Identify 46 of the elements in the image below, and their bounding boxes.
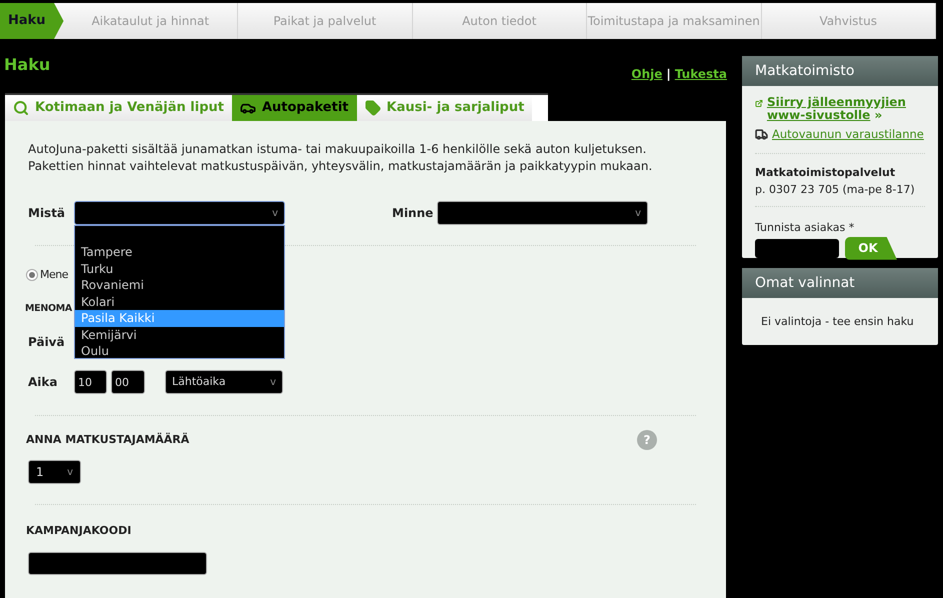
step-item: Auton tiedot (412, 3, 588, 39)
section-title: ANNA MATKUSTAJAMÄÄRÄ (26, 432, 190, 448)
help-link[interactable]: Ohje (631, 65, 662, 83)
service-phone: p. 0307 23 705 (ma-pe 8-17) (755, 182, 916, 198)
wagon-status-link[interactable]: Autovaunun varaustilanne (772, 126, 924, 144)
external-link-icon (755, 97, 763, 110)
to-label: Minne (392, 205, 434, 222)
page-heading: Haku (4, 54, 50, 76)
section-title: KAMPANJAKOODI (26, 523, 132, 540)
campaign-code-field[interactable] (28, 552, 207, 575)
dropdown-option[interactable]: Rovaniemi (75, 277, 284, 294)
date-label: Päivä (28, 334, 65, 352)
panel-title: Matkatoimisto (742, 56, 938, 86)
reseller-link[interactable]: Siirry jälleenmyyjien www-sivustolle » (766, 96, 925, 122)
panel-title: Omat valinnat (742, 268, 938, 298)
to-select[interactable]: v (437, 201, 648, 225)
step-item: Aikataulut ja hinnat (64, 3, 238, 39)
dropdown-option[interactable]: Kolari (75, 294, 284, 310)
time-label: Aika (28, 374, 58, 392)
search-icon (13, 100, 29, 116)
from-select[interactable]: v (74, 201, 285, 225)
from-label: Mistä (28, 205, 66, 222)
step-item: Vahvistus (762, 3, 936, 39)
step-item: Toimitustapa ja maksaminen (587, 3, 762, 39)
radio-label: Mene (40, 266, 68, 283)
dropdown-option[interactable]: Kemijärvi (75, 326, 284, 343)
passenger-select[interactable]: 1 v (28, 460, 81, 484)
link-separator: | (666, 66, 671, 83)
hour-field[interactable]: 10 (74, 370, 107, 394)
time-mode-select[interactable]: Lähtöaika v (165, 370, 283, 394)
section-title: MENOMA (25, 302, 72, 316)
empty-message: Ei valintoja - tee ensin haku (760, 314, 915, 330)
radio-button[interactable] (26, 269, 38, 281)
minute-field[interactable]: 00 (111, 370, 145, 394)
dropdown-option[interactable]: Oulu (75, 343, 284, 360)
intro-text: AutoJuna-paketti sisältää junamatkan istuma- tai makuupaikoilla 1-6 henkilölle sekä auton kuljetuksen. Pakettien hinnat vaihtelevat matkustuspäivän, yhteysvälin, matkustajamäärän ja paikkatyypin mukaan. (28, 141, 654, 175)
dropdown-option[interactable]: Turku (75, 260, 284, 277)
step-item: Paikat ja palvelut (238, 3, 413, 39)
service-title: Matkatoimistopalvelut (755, 165, 896, 182)
identify-label: Tunnista asiakas * (755, 220, 856, 236)
customer-id-field[interactable] (755, 238, 839, 258)
tab[interactable]: Autopaketit (232, 95, 357, 121)
tag-icon (364, 100, 381, 116)
dropdown-option[interactable]: Tampere (75, 244, 284, 260)
help-link[interactable]: Tukesta (674, 65, 727, 83)
step-item: Haku (0, 3, 64, 39)
